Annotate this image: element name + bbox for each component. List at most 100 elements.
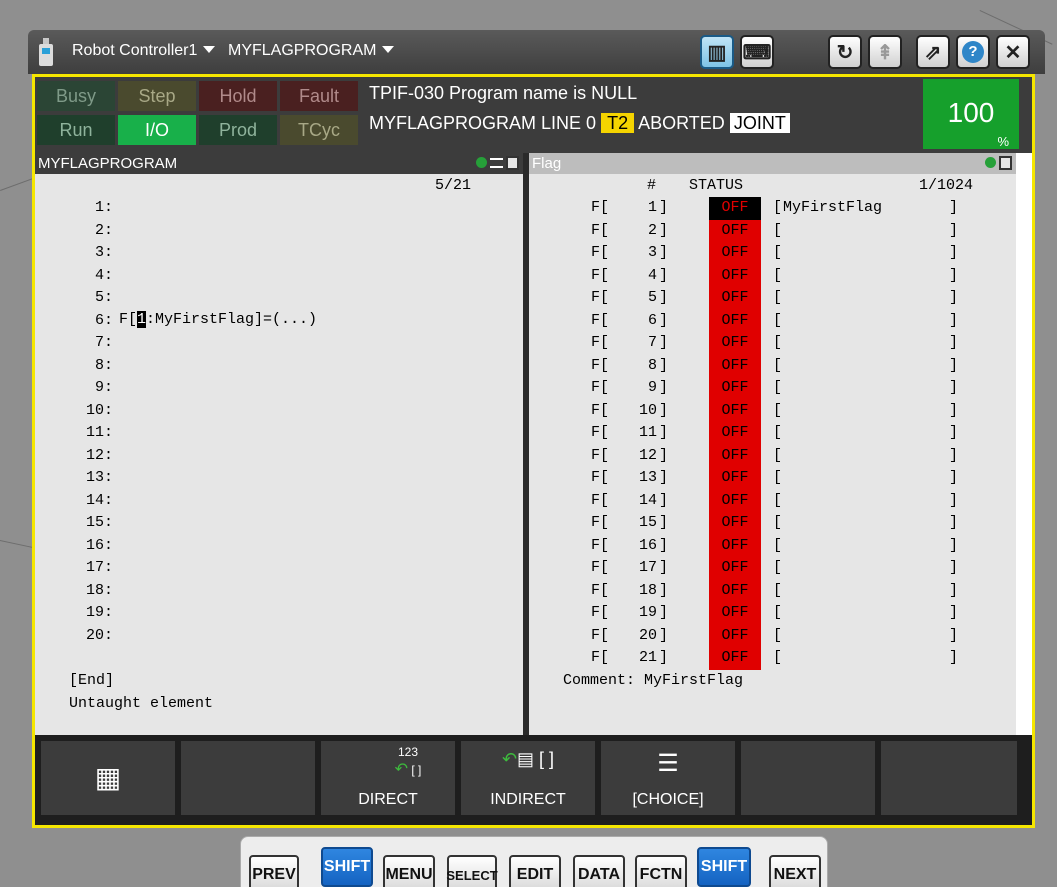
tp-view-button[interactable]: ▥ (700, 35, 734, 69)
flag-status-value[interactable]: OFF (709, 354, 761, 377)
list-icon[interactable] (490, 158, 503, 168)
flag-bracket: ] (659, 266, 669, 284)
jog-button[interactable]: ⇞ (868, 35, 902, 69)
softkey-choice[interactable]: ☰ [CHOICE] (601, 741, 735, 815)
softkey-f5[interactable] (741, 741, 875, 815)
help-icon: ? (962, 41, 984, 63)
line5-prefix: F[ (119, 311, 138, 328)
zoom-icon[interactable] (985, 157, 996, 168)
softkey-f1[interactable] (181, 741, 315, 815)
softkey-direct[interactable]: 123 ↶ [ ] DIRECT (321, 741, 455, 815)
select-key[interactable]: SELECT (446, 855, 498, 887)
flag-status-cell: OFF (709, 444, 761, 467)
flag-status-value[interactable]: OFF (709, 557, 761, 580)
line-number[interactable]: 10: (69, 400, 113, 423)
softkey-menu[interactable]: ▦ (41, 741, 175, 815)
edit-cursor[interactable]: 1 (137, 311, 147, 328)
flag-status-value[interactable]: OFF (709, 377, 761, 400)
flag-status-value[interactable]: OFF (709, 512, 761, 535)
line-number[interactable]: 6: (69, 310, 113, 333)
flag-number: 4 (647, 266, 657, 284)
comment-close-bracket: ] (949, 311, 959, 329)
flag-panel[interactable]: Flag # STATUS 1/1024 F[1] OFF[MyFirstFlag… (529, 153, 1016, 735)
controller-dropdown[interactable]: Robot Controller1 (72, 42, 216, 60)
next-key[interactable]: NEXT (769, 855, 821, 887)
flag-status-value[interactable]: OFF (709, 264, 761, 287)
softkey-next[interactable] (881, 741, 1017, 815)
fctn-key[interactable]: FCTN (635, 855, 687, 887)
help-button[interactable]: ? (956, 35, 990, 69)
maximize-icon[interactable] (999, 156, 1012, 170)
line-number[interactable]: 20: (69, 625, 113, 648)
flag-status-value[interactable]: OFF (709, 444, 761, 467)
flag-comment[interactable]: MyFirstFlag (783, 197, 882, 220)
program-line: MYFLAGPROGRAM LINE 0 (369, 113, 597, 133)
line-number[interactable]: 7: (69, 332, 113, 355)
line-number[interactable]: 3: (69, 242, 113, 265)
flag-bracket: ] (659, 491, 669, 509)
flag-status-cell: OFF (709, 557, 761, 580)
keyboard-button[interactable]: ⌨ (740, 35, 774, 69)
line-number[interactable]: 16: (69, 535, 113, 558)
line-number[interactable]: 4: (69, 265, 113, 288)
prev-key[interactable]: PREV (249, 855, 299, 887)
comment-close-bracket: ] (949, 649, 959, 666)
softkey-indirect[interactable]: ↶▤ [ ] INDIRECT (461, 741, 595, 815)
line-number[interactable]: 5: (69, 287, 113, 310)
indicator-prod: Prod (199, 115, 277, 145)
flag-prefix: F[ (591, 469, 610, 486)
column-status: STATUS (689, 177, 744, 194)
flag-status-cell: OFF (709, 624, 761, 647)
flag-prefix: F[ (591, 604, 610, 621)
line-number[interactable]: 15: (69, 512, 113, 535)
flag-status-value[interactable]: OFF (709, 197, 761, 220)
popout-button[interactable]: ⇗ (916, 35, 950, 69)
zoom-icon[interactable] (476, 157, 487, 168)
flag-status-value[interactable]: OFF (709, 332, 761, 355)
edit-key[interactable]: EDIT (509, 855, 561, 887)
data-key[interactable]: DATA (573, 855, 625, 887)
line-number[interactable]: 1: (69, 197, 113, 220)
flag-number: 18 (638, 581, 657, 599)
flag-status-value[interactable]: OFF (709, 647, 761, 670)
shift-key-left[interactable]: SHIFT (321, 847, 373, 887)
line-number[interactable]: 11: (69, 422, 113, 445)
flag-status-value[interactable]: OFF (709, 422, 761, 445)
flag-status-value[interactable]: OFF (709, 399, 761, 422)
flag-status-value[interactable]: OFF (709, 309, 761, 332)
line-number[interactable]: 12: (69, 445, 113, 468)
line-number[interactable]: 13: (69, 467, 113, 490)
program-line-5-content[interactable]: F[1:MyFirstFlag]=(...) (119, 309, 317, 332)
flag-status-value[interactable]: OFF (709, 602, 761, 625)
flag-status-value[interactable]: OFF (709, 579, 761, 602)
indicator-io: I/O (118, 115, 196, 145)
line-number[interactable]: 17: (69, 557, 113, 580)
close-button[interactable]: ✕ (996, 35, 1030, 69)
maximize-icon[interactable] (506, 156, 519, 170)
flag-status-cell: OFF (709, 377, 761, 400)
chevron-down-icon (382, 46, 395, 53)
flag-prefix: F[ (591, 424, 610, 441)
program-dropdown[interactable]: MYFLAGPROGRAM (228, 42, 395, 60)
line-number[interactable]: 14: (69, 490, 113, 513)
flag-status-value[interactable]: OFF (709, 467, 761, 490)
comment-close-bracket: ] (949, 334, 959, 351)
shift-key-right[interactable]: SHIFT (697, 847, 751, 887)
line-number[interactable]: 18: (69, 580, 113, 603)
flag-status-value[interactable]: OFF (709, 624, 761, 647)
flag-status-value[interactable]: OFF (709, 489, 761, 512)
flag-prefix: F[ (591, 514, 610, 531)
line-number[interactable]: 2: (69, 220, 113, 243)
flag-status-value[interactable]: OFF (709, 287, 761, 310)
program-editor-panel[interactable]: MYFLAGPROGRAM 5/21 1: 2: 3: 4: 5: 6: 7: 8: 9: 10:… (35, 153, 523, 735)
flag-status-value[interactable]: OFF (709, 219, 761, 242)
speed-override[interactable]: 100 % (923, 79, 1019, 149)
flag-bracket: ] (659, 581, 669, 599)
refresh-button[interactable]: ↻ (828, 35, 862, 69)
flag-status-value[interactable]: OFF (709, 534, 761, 557)
line-number[interactable]: 8: (69, 355, 113, 378)
menu-key[interactable]: MENU (383, 855, 435, 887)
line-number[interactable]: 19: (69, 602, 113, 625)
flag-status-value[interactable]: OFF (709, 242, 761, 265)
line-number[interactable]: 9: (69, 377, 113, 400)
